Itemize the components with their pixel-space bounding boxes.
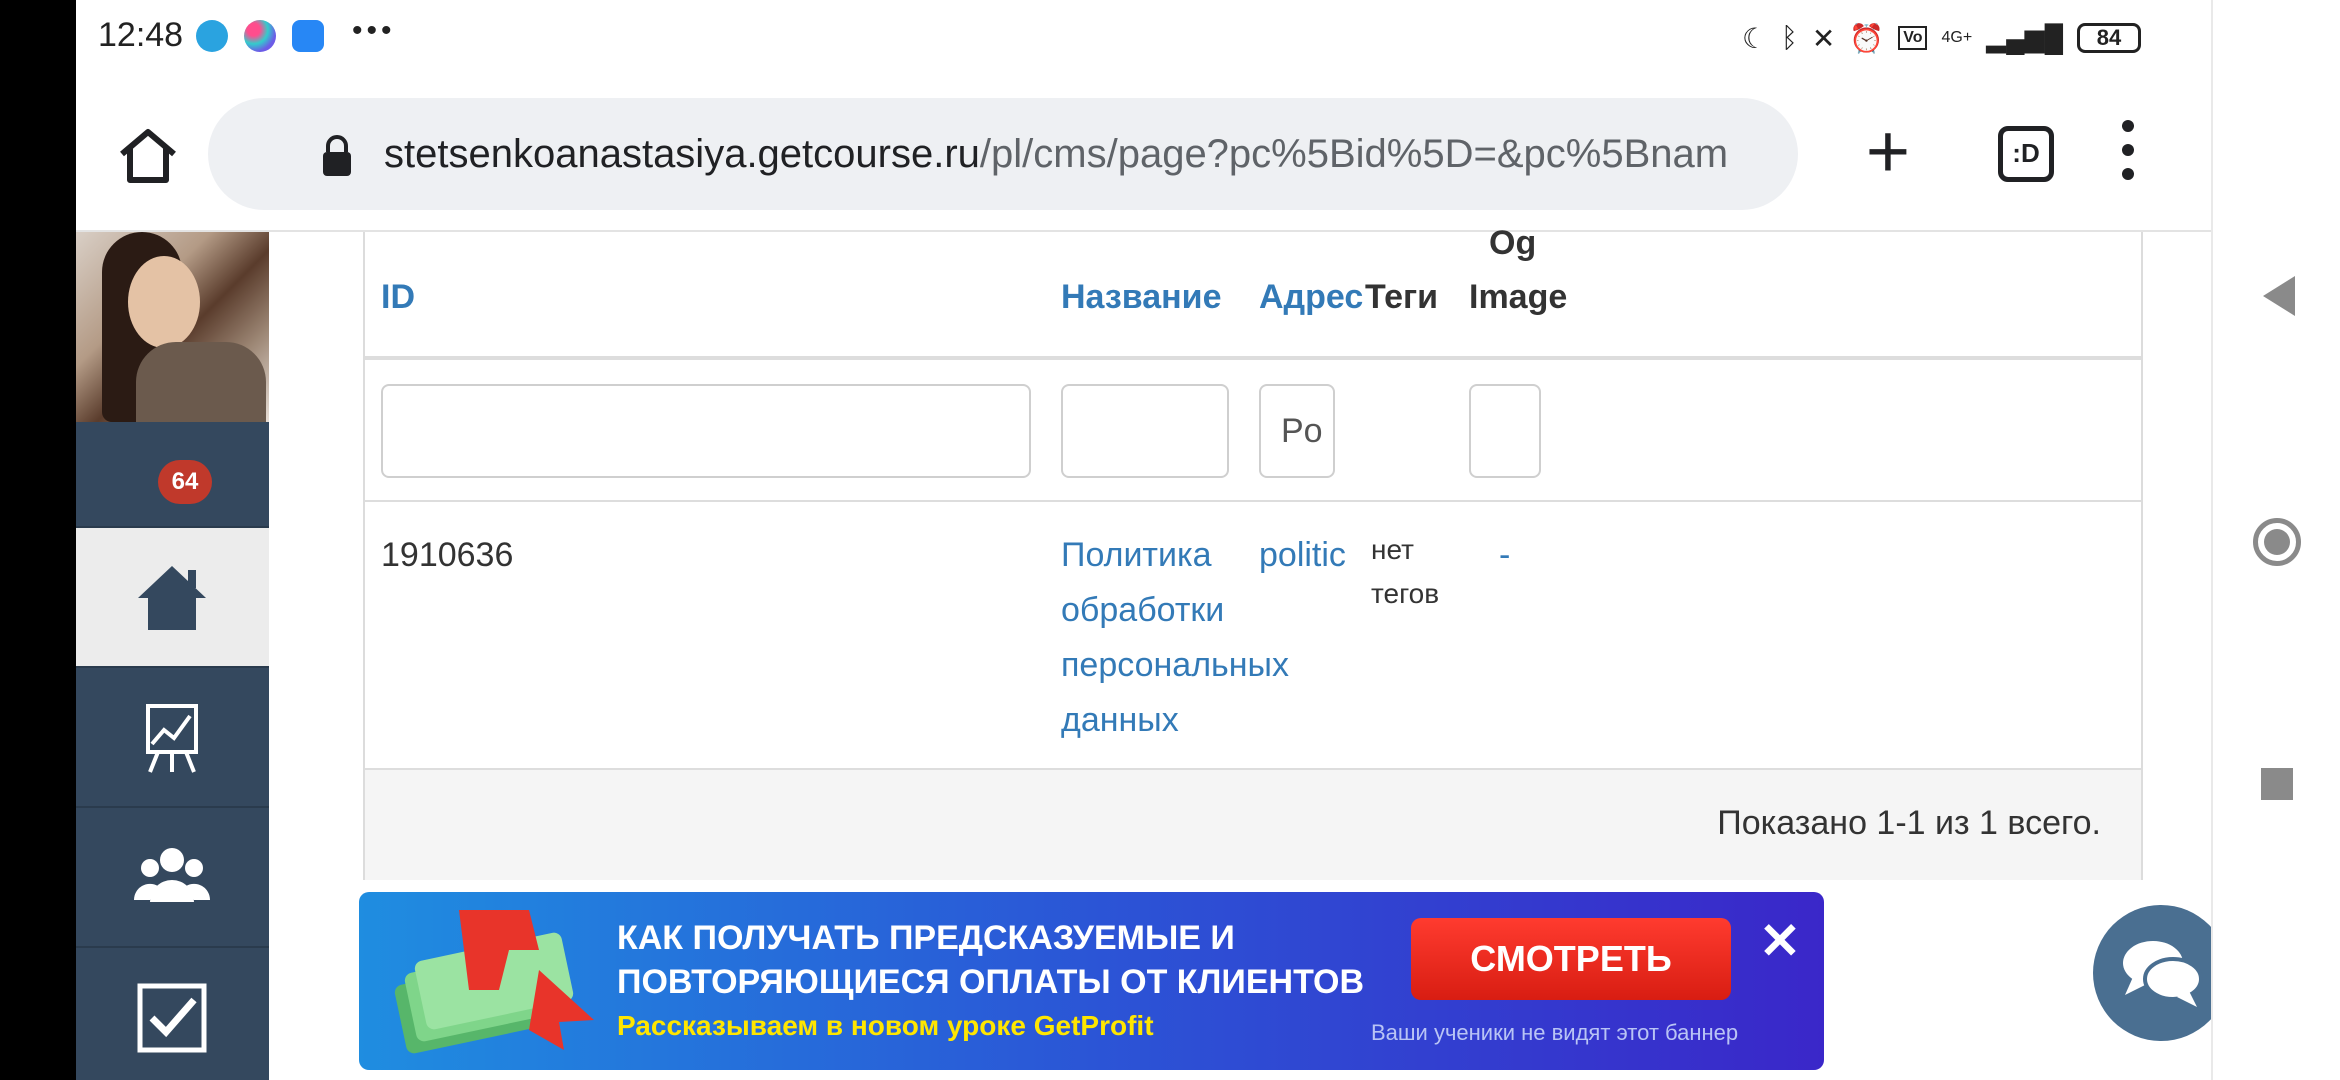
filter-og-image-input[interactable] — [1469, 384, 1541, 478]
chat-button[interactable] — [2093, 905, 2211, 1041]
filter-name-input[interactable] — [1061, 384, 1229, 478]
recent-apps-icon[interactable] — [2261, 768, 2293, 800]
sidebar: 64 — [76, 232, 269, 1080]
money-icon — [394, 910, 594, 1054]
row-name-line: Политика — [1061, 536, 1212, 574]
new-tab-button[interactable]: + — [1856, 114, 1920, 190]
home-icon — [138, 566, 206, 630]
filter-id-input[interactable] — [381, 384, 1031, 478]
row-address-link[interactable]: politic — [1259, 528, 1346, 583]
users-icon — [134, 848, 210, 902]
more-notifications-icon: ••• — [352, 14, 396, 47]
status-time: 12:48 — [98, 16, 184, 54]
header-name[interactable]: Название — [1061, 278, 1222, 317]
row-name-line: данных — [1061, 701, 1179, 739]
banner-subtitle: Рассказываем в новом уроке GetProfit — [617, 1010, 1154, 1041]
chat-icon — [2123, 941, 2203, 1007]
moon-icon: ☾ — [1741, 22, 1768, 54]
notification-badge[interactable]: 64 — [158, 460, 212, 504]
status-icons: ☾ ᛒ ✕ ⏰ Vo 4G+ ▂▄▆█ 84 — [1742, 16, 2141, 60]
header-id[interactable]: ID — [381, 278, 415, 317]
header-divider — [365, 356, 2141, 360]
lock-icon — [323, 135, 351, 176]
header-tags: Теги — [1365, 278, 1439, 316]
close-icon[interactable]: ✕ — [1759, 912, 1801, 970]
mute-icon: ✕ — [1811, 22, 1836, 54]
row-tags-line: тегов — [1371, 578, 1440, 609]
battery-level: 84 — [2096, 25, 2122, 50]
sidebar-item-tasks[interactable] — [76, 946, 269, 1080]
url-host: stetsenkoanastasiya.getcourse.ru — [384, 132, 980, 176]
row-id: 1910636 — [381, 536, 514, 574]
browser-toolbar: stetsenkoanastasiya.getcourse.ru/pl/cms/… — [76, 76, 2211, 232]
vk-icon — [292, 20, 324, 52]
row-tags: нет тегов — [1371, 528, 1439, 616]
battery-icon: 84 — [2077, 23, 2141, 53]
row-name-link[interactable]: Политика обработки персональных данных — [1061, 528, 1289, 748]
header-og-image-line1: Og — [1489, 224, 1537, 262]
row-og-image: - — [1499, 536, 1511, 574]
signal-icon: ▂▄▆█ — [1986, 22, 2063, 53]
watch-button[interactable]: СМОТРЕТЬ — [1411, 918, 1731, 1000]
bluetooth-icon: ᛒ — [1781, 22, 1798, 53]
banner-note: Ваши ученики не видят этот баннер — [1371, 1020, 1739, 1045]
filter-address-input[interactable]: Po — [1259, 384, 1335, 478]
browser-menu-icon[interactable] — [2116, 120, 2140, 188]
url-text[interactable]: stetsenkoanastasiya.getcourse.ru/pl/cms/… — [384, 132, 1784, 177]
row-name-line: обработки — [1061, 591, 1225, 629]
header-address[interactable]: Адрес — [1259, 278, 1363, 317]
chart-board-icon — [146, 704, 198, 773]
banner-title-line: КАК ПОЛУЧАТЬ ПРЕДСКАЗУЕМЫЕ И — [617, 919, 1235, 957]
sidebar-item-reports[interactable] — [76, 666, 269, 806]
address-bar[interactable]: stetsenkoanastasiya.getcourse.ru/pl/cms/… — [208, 98, 1798, 210]
app-icon — [244, 20, 276, 52]
banner-title-line: ПОВТОРЯЮЩИЕСЯ ОПЛАТЫ ОТ КЛИЕНТОВ — [617, 963, 1365, 1001]
sidebar-item-users[interactable] — [76, 806, 269, 946]
row-divider — [365, 500, 2141, 502]
url-path: /pl/cms/page?pc%5Bid%5D=&pc%5Bnam — [979, 132, 1729, 176]
checkbox-icon — [137, 983, 207, 1053]
back-icon[interactable] — [2263, 276, 2295, 316]
volte-icon: Vo — [1898, 26, 1928, 50]
screen-edge — [0, 0, 76, 1080]
home-circle-icon[interactable] — [2253, 518, 2301, 566]
telegram-icon — [196, 20, 228, 52]
home-icon[interactable] — [116, 124, 180, 188]
row-tags-line: нет — [1371, 534, 1414, 565]
row-name-line: персональных — [1061, 646, 1289, 684]
promo-banner[interactable]: КАК ПОЛУЧАТЬ ПРЕДСКАЗУЕМЫЕ И ПОВТОРЯЮЩИЕ… — [359, 892, 1824, 1070]
status-bar: 12:48 ••• ☾ ᛒ ✕ ⏰ Vo 4G+ ▂▄▆█ 84 — [76, 0, 2211, 76]
screen: 12:48 ••• ☾ ᛒ ✕ ⏰ Vo 4G+ ▂▄▆█ 84 stetsen… — [0, 0, 2340, 1080]
tab-switcher-button[interactable]: :D — [1998, 126, 2054, 182]
system-navigation-bar — [2211, 0, 2340, 1080]
alarm-icon: ⏰ — [1849, 22, 1885, 54]
avatar[interactable] — [76, 232, 269, 422]
pages-table: ID Название Адрес Теги Og Image Po 19106… — [363, 224, 2143, 880]
banner-title: КАК ПОЛУЧАТЬ ПРЕДСКАЗУЕМЫЕ И ПОВТОРЯЮЩИЕ… — [617, 916, 1364, 1004]
table-summary: Показано 1-1 из 1 всего. — [1717, 804, 2101, 842]
network-type: 4G+ — [1941, 29, 1973, 46]
sidebar-item-home[interactable] — [76, 526, 269, 666]
table-footer: Показано 1-1 из 1 всего. — [365, 768, 2141, 880]
header-og-image-line2: Image — [1469, 278, 1568, 316]
phone-screen: 12:48 ••• ☾ ᛒ ✕ ⏰ Vo 4G+ ▂▄▆█ 84 stetsen… — [76, 0, 2211, 1080]
